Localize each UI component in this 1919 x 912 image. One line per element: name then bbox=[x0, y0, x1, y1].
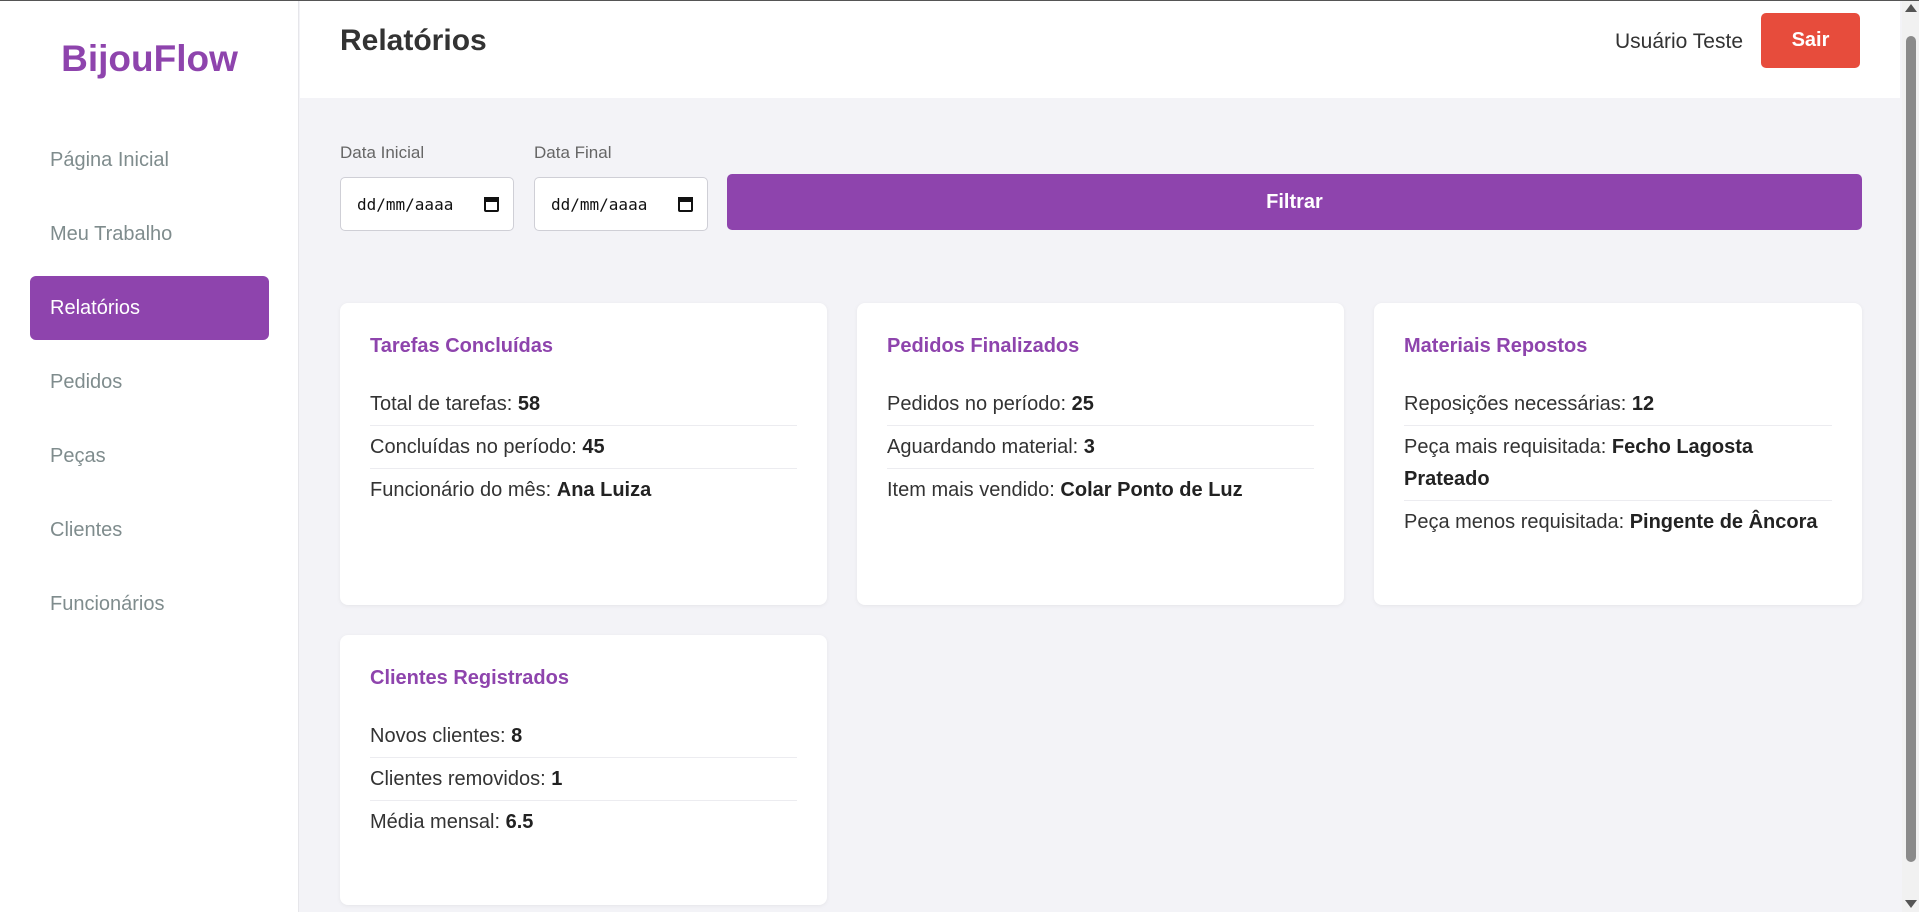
card-title: Clientes Registrados bbox=[370, 667, 569, 689]
card-title: Pedidos Finalizados bbox=[887, 335, 1080, 357]
stat-peca-mais-requisitada: Peça mais requisitada: Fecho Lagosta Pra… bbox=[1404, 426, 1832, 501]
sidebar-item-pedidos[interactable]: Pedidos bbox=[30, 350, 269, 414]
sidebar: BijouFlow Página Inicial Meu Trabalho Re… bbox=[0, 0, 299, 912]
sidebar-item-meu-trabalho[interactable]: Meu Trabalho bbox=[30, 202, 269, 266]
card-pedidos-finalizados: Pedidos Finalizados Pedidos no período: … bbox=[857, 303, 1344, 605]
stat-funcionario-mes: Funcionário do mês: Ana Luiza bbox=[370, 479, 652, 501]
sidebar-nav: Página Inicial Meu Trabalho Relatórios P… bbox=[30, 128, 269, 646]
card-title: Materiais Repostos bbox=[1404, 335, 1588, 357]
stat-reposicoes: Reposições necessárias: 12 bbox=[1404, 383, 1832, 426]
start-date-value: dd/mm/aaaa bbox=[357, 194, 454, 214]
sidebar-item-funcionarios[interactable]: Funcionários bbox=[30, 572, 269, 636]
sidebar-item-pagina-inicial[interactable]: Página Inicial bbox=[30, 128, 269, 192]
calendar-icon[interactable] bbox=[484, 196, 499, 212]
brand-logo[interactable]: BijouFlow bbox=[0, 38, 299, 80]
stat-total-tarefas: Total de tarefas: 58 bbox=[370, 383, 797, 426]
page-title: Relatórios bbox=[340, 24, 487, 57]
stat-peca-menos-requisitada: Peça menos requisitada: Pingente de Ânco… bbox=[1404, 511, 1818, 533]
top-header: Relatórios Usuário Teste Sair bbox=[300, 0, 1900, 98]
sidebar-item-relatorios[interactable]: Relatórios bbox=[30, 276, 269, 340]
window-top-border bbox=[0, 0, 1919, 1]
scroll-thumb[interactable] bbox=[1906, 36, 1916, 862]
end-date-label: Data Final bbox=[534, 143, 612, 162]
stat-aguardando-material: Aguardando material: 3 bbox=[887, 426, 1314, 469]
card-clientes-registrados: Clientes Registrados Novos clientes: 8 C… bbox=[340, 635, 827, 905]
end-date-group: Data Final dd/mm/aaaa bbox=[534, 143, 708, 231]
stat-clientes-removidos: Clientes removidos: 1 bbox=[370, 758, 797, 801]
stat-concluidas-periodo: Concluídas no período: 45 bbox=[370, 426, 797, 469]
end-date-input[interactable]: dd/mm/aaaa bbox=[534, 177, 708, 231]
start-date-label: Data Inicial bbox=[340, 143, 425, 162]
end-date-value: dd/mm/aaaa bbox=[551, 194, 648, 214]
card-tarefas-concluidas: Tarefas Concluídas Total de tarefas: 58 … bbox=[340, 303, 827, 605]
stat-novos-clientes: Novos clientes: 8 bbox=[370, 715, 797, 758]
sidebar-item-pecas[interactable]: Peças bbox=[30, 424, 269, 488]
sidebar-item-clientes[interactable]: Clientes bbox=[30, 498, 269, 562]
scroll-down-icon[interactable] bbox=[1905, 900, 1917, 908]
card-materiais-repostos: Materiais Repostos Reposições necessária… bbox=[1374, 303, 1862, 605]
vertical-scrollbar[interactable] bbox=[1902, 0, 1919, 912]
logout-button[interactable]: Sair bbox=[1761, 13, 1860, 68]
start-date-input[interactable]: dd/mm/aaaa bbox=[340, 177, 514, 231]
scroll-up-icon[interactable] bbox=[1905, 4, 1917, 12]
user-name: Usuário Teste bbox=[1614, 30, 1743, 53]
stat-pedidos-periodo: Pedidos no período: 25 bbox=[887, 383, 1314, 426]
stat-media-mensal: Média mensal: 6.5 bbox=[370, 811, 534, 833]
calendar-icon[interactable] bbox=[678, 196, 693, 212]
start-date-group: Data Inicial dd/mm/aaaa bbox=[340, 143, 514, 231]
filter-button[interactable]: Filtrar bbox=[727, 174, 1862, 230]
card-title: Tarefas Concluídas bbox=[370, 335, 554, 357]
stat-item-mais-vendido: Item mais vendido: Colar Ponto de Luz bbox=[887, 479, 1243, 501]
